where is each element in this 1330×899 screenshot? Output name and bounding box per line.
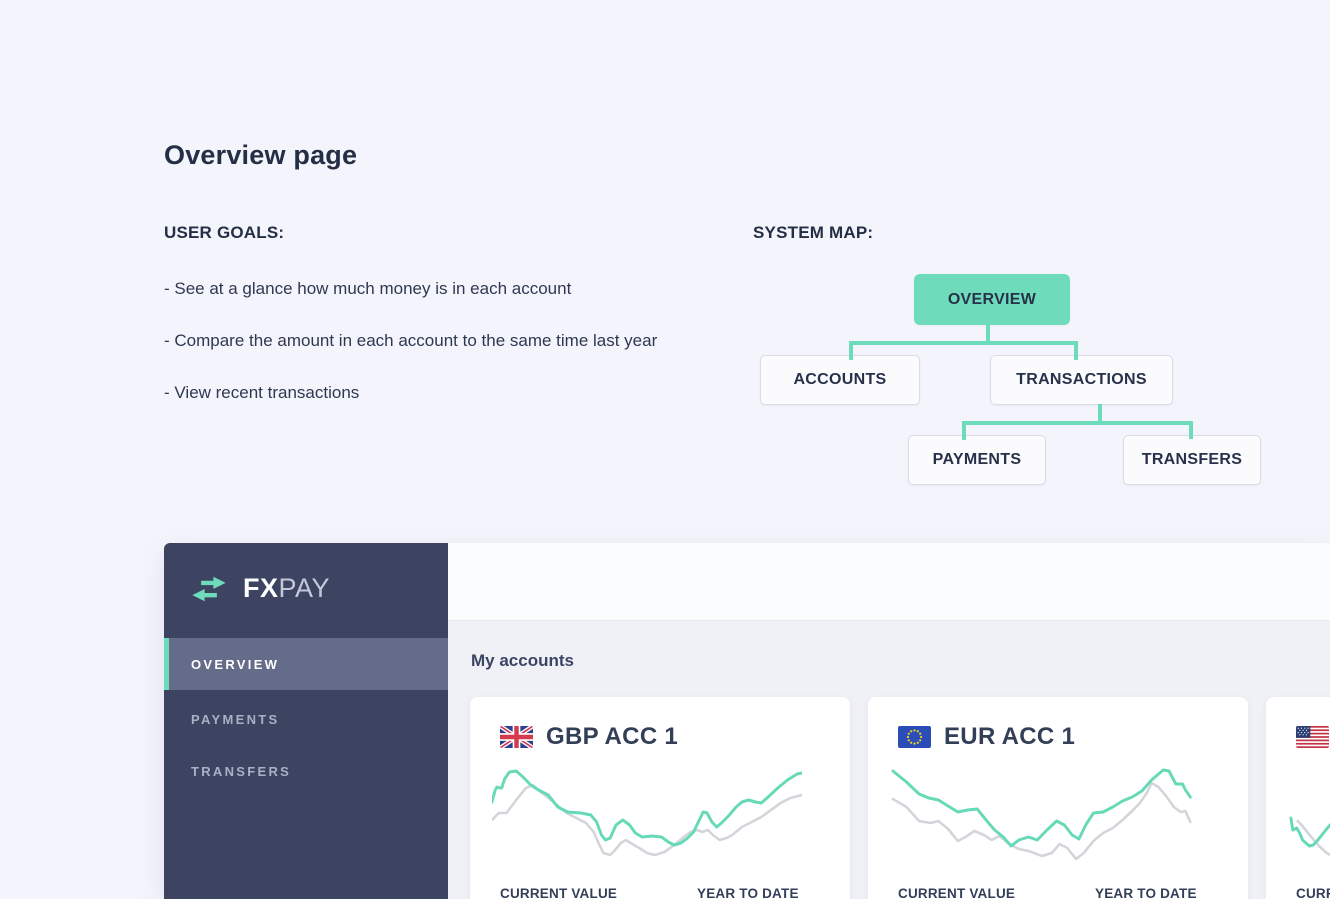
card-header: GBP ACC 1: [500, 723, 820, 751]
current-value-label: CURRENT VALUE: [1296, 886, 1330, 899]
app-main: My accounts GBP ACC 1: [448, 543, 1330, 899]
brand-bold: FX: [243, 573, 279, 603]
current-line: [893, 770, 1190, 846]
account-card-gbp[interactable]: GBP ACC 1 CURRENT VALUE YEAR TO DATE: [470, 697, 850, 899]
map-connector: [1074, 341, 1078, 360]
card-header: [1296, 723, 1330, 751]
account-name: EUR ACC 1: [944, 723, 1075, 751]
us-flag-icon: [1296, 726, 1329, 748]
map-connector: [1189, 421, 1193, 439]
fxpay-app-mockup: FXPAY OVERVIEW PAYMENTS TRANSFERS My acc…: [164, 543, 1330, 899]
app-logo: FXPAY: [164, 543, 448, 604]
last-year-line: [893, 783, 1190, 859]
account-card-usd[interactable]: CURRENT VALUE YEAR TO DATE: [1266, 697, 1330, 899]
map-connector: [849, 341, 853, 360]
card-stats: CURRENT VALUE YEAR TO DATE: [1296, 886, 1330, 899]
page-title: Overview page: [164, 140, 357, 171]
account-sparkline-chart: [492, 765, 802, 861]
user-goal-item: - See at a glance how much money is in e…: [164, 276, 662, 302]
app-content: My accounts GBP ACC 1: [448, 621, 1330, 899]
year-to-date-label: YEAR TO DATE: [697, 886, 799, 899]
last-year-line: [492, 785, 802, 855]
card-stats: CURRENT VALUE YEAR TO DATE: [500, 886, 820, 899]
map-connector: [962, 421, 1193, 425]
sidebar-item-payments[interactable]: PAYMENTS: [164, 696, 448, 742]
current-line: [492, 771, 802, 845]
uk-flag-icon: [500, 726, 533, 748]
app-topbar: [448, 543, 1330, 621]
user-goal-item: - View recent transactions: [164, 380, 662, 406]
map-node-accounts: ACCOUNTS: [760, 355, 920, 405]
account-card-eur[interactable]: EUR ACC 1 CURRENT VALUE YEAR TO DATE: [868, 697, 1248, 899]
map-node-transactions: TRANSACTIONS: [990, 355, 1173, 405]
current-line: [1291, 812, 1330, 846]
card-header: EUR ACC 1: [898, 723, 1218, 751]
current-value-label: CURRENT VALUE: [500, 886, 697, 899]
my-accounts-heading: My accounts: [471, 651, 1330, 671]
swap-arrows-icon: [191, 575, 227, 603]
user-goals-list: - See at a glance how much money is in e…: [164, 276, 662, 432]
map-connector: [962, 421, 966, 440]
user-goals-heading: USER GOALS:: [164, 223, 284, 243]
sidebar-nav: OVERVIEW PAYMENTS TRANSFERS: [164, 638, 448, 794]
brand-light: PAY: [279, 573, 331, 603]
sidebar: FXPAY OVERVIEW PAYMENTS TRANSFERS: [164, 543, 448, 899]
year-to-date-label: YEAR TO DATE: [1095, 886, 1197, 899]
sidebar-item-overview[interactable]: OVERVIEW: [164, 638, 448, 690]
user-goal-item: - Compare the amount in each account to …: [164, 328, 662, 354]
brand-wordmark: FXPAY: [243, 573, 330, 604]
eu-flag-icon: [898, 726, 931, 748]
account-cards-row: GBP ACC 1 CURRENT VALUE YEAR TO DATE: [470, 697, 1330, 899]
sidebar-item-transfers[interactable]: TRANSFERS: [164, 748, 448, 794]
map-node-overview: OVERVIEW: [914, 274, 1070, 325]
current-value-label: CURRENT VALUE: [898, 886, 1095, 899]
map-node-payments: PAYMENTS: [908, 435, 1046, 485]
map-connector: [849, 341, 1078, 345]
account-sparkline-chart: [1288, 765, 1330, 861]
map-node-transfers: TRANSFERS: [1123, 435, 1261, 485]
system-map-heading: SYSTEM MAP:: [753, 223, 873, 243]
card-stats: CURRENT VALUE YEAR TO DATE: [898, 886, 1218, 899]
account-name: GBP ACC 1: [546, 723, 678, 751]
account-sparkline-chart: [890, 765, 1200, 861]
